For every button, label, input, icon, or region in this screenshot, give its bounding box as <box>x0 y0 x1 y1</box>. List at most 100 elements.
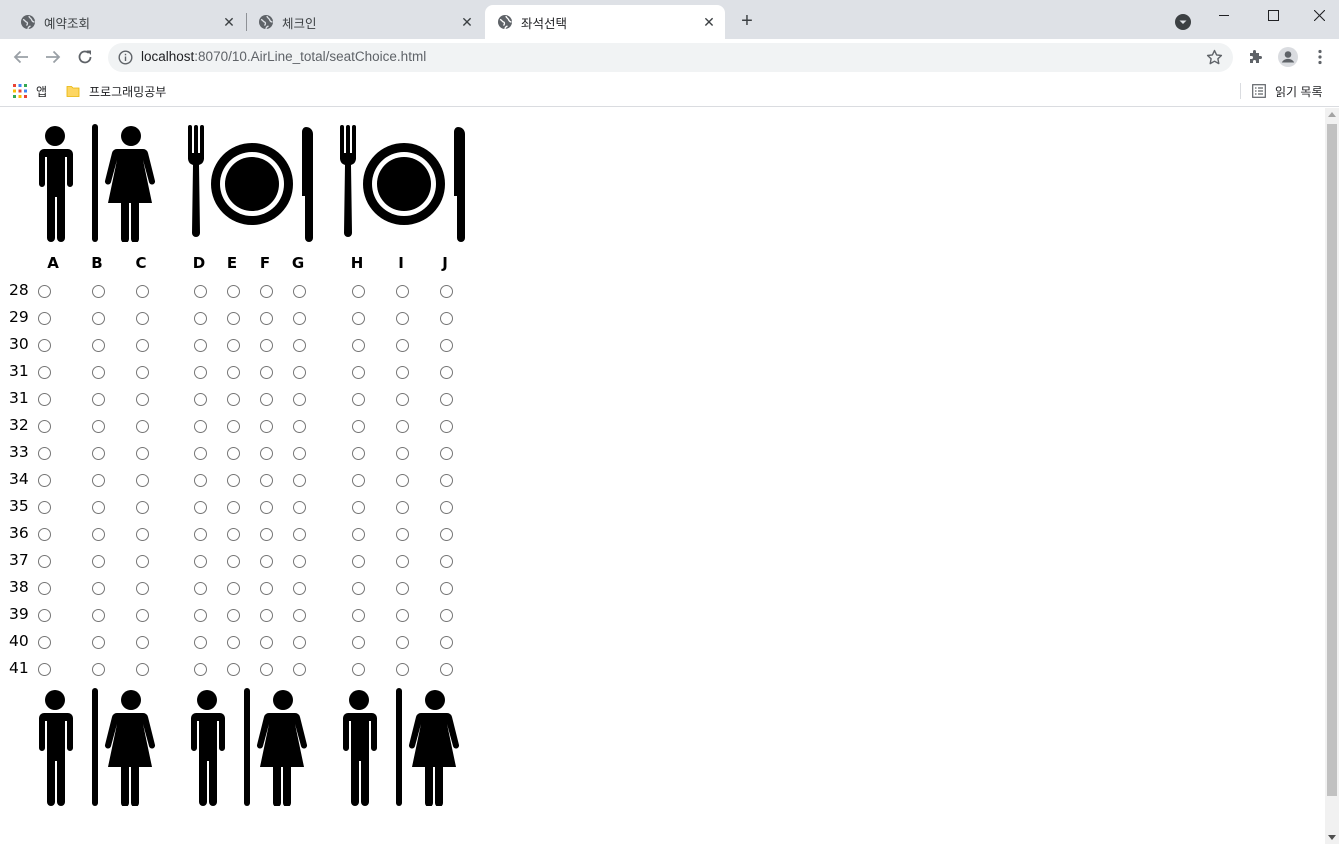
seat-radio-40h[interactable] <box>351 635 365 649</box>
seat-radio-32c[interactable] <box>135 419 149 433</box>
seat-radio-32a[interactable] <box>37 419 51 433</box>
seat-radio-31g[interactable] <box>292 392 306 406</box>
menu-button[interactable] <box>1310 47 1330 67</box>
seat-radio-35j[interactable] <box>439 500 453 514</box>
seat-radio-32j[interactable] <box>439 419 453 433</box>
seat-radio-36i[interactable] <box>395 527 409 541</box>
seat-radio-38f[interactable] <box>259 581 273 595</box>
seat-radio-31f[interactable] <box>259 392 273 406</box>
seat-radio-35f[interactable] <box>259 500 273 514</box>
seat-radio-34d[interactable] <box>193 473 207 487</box>
seat-radio-29g[interactable] <box>292 311 306 325</box>
seat-radio-39c[interactable] <box>135 608 149 622</box>
scroll-down-arrow[interactable] <box>1328 835 1336 840</box>
scrollbar-thumb[interactable] <box>1327 124 1337 796</box>
close-window-button[interactable] <box>1296 0 1339 30</box>
address-bar[interactable]: localhost:8070/10.AirLine_total/seatChoi… <box>108 43 1233 72</box>
seat-radio-35h[interactable] <box>351 500 365 514</box>
seat-radio-34h[interactable] <box>351 473 365 487</box>
bookmark-folder[interactable]: 프로그래밍공부 <box>66 81 166 101</box>
seat-radio-28f[interactable] <box>259 284 273 298</box>
seat-radio-31a[interactable] <box>37 365 51 379</box>
seat-radio-29e[interactable] <box>226 311 240 325</box>
seat-radio-41d[interactable] <box>193 662 207 676</box>
seat-radio-39g[interactable] <box>292 608 306 622</box>
seat-radio-36e[interactable] <box>226 527 240 541</box>
seat-radio-34g[interactable] <box>292 473 306 487</box>
seat-radio-37g[interactable] <box>292 554 306 568</box>
seat-radio-31i[interactable] <box>395 392 409 406</box>
vertical-scrollbar[interactable] <box>1325 108 1339 844</box>
seat-radio-36d[interactable] <box>193 527 207 541</box>
seat-radio-41h[interactable] <box>351 662 365 676</box>
seat-radio-40a[interactable] <box>37 635 51 649</box>
seat-radio-32b[interactable] <box>91 419 105 433</box>
info-icon[interactable] <box>118 50 133 65</box>
seat-radio-40f[interactable] <box>259 635 273 649</box>
seat-radio-28g[interactable] <box>292 284 306 298</box>
seat-radio-38e[interactable] <box>226 581 240 595</box>
seat-radio-41f[interactable] <box>259 662 273 676</box>
seat-radio-30f[interactable] <box>259 338 273 352</box>
seat-radio-37b[interactable] <box>91 554 105 568</box>
seat-radio-28i[interactable] <box>395 284 409 298</box>
seat-radio-28b[interactable] <box>91 284 105 298</box>
seat-radio-41e[interactable] <box>226 662 240 676</box>
seat-radio-41j[interactable] <box>439 662 453 676</box>
seat-radio-33c[interactable] <box>135 446 149 460</box>
seat-radio-33f[interactable] <box>259 446 273 460</box>
seat-radio-34i[interactable] <box>395 473 409 487</box>
seat-radio-33i[interactable] <box>395 446 409 460</box>
seat-radio-34b[interactable] <box>91 473 105 487</box>
seat-radio-31f[interactable] <box>259 365 273 379</box>
seat-radio-28j[interactable] <box>439 284 453 298</box>
seat-radio-28h[interactable] <box>351 284 365 298</box>
scroll-up-arrow[interactable] <box>1328 112 1336 117</box>
reading-list-button[interactable]: 읽기 목록 <box>1252 81 1323 101</box>
seat-radio-31d[interactable] <box>193 392 207 406</box>
seat-radio-40e[interactable] <box>226 635 240 649</box>
seat-radio-38j[interactable] <box>439 581 453 595</box>
seat-radio-37a[interactable] <box>37 554 51 568</box>
seat-radio-30g[interactable] <box>292 338 306 352</box>
seat-radio-31b[interactable] <box>91 365 105 379</box>
seat-radio-39i[interactable] <box>395 608 409 622</box>
seat-radio-36h[interactable] <box>351 527 365 541</box>
seat-radio-34f[interactable] <box>259 473 273 487</box>
seat-radio-37c[interactable] <box>135 554 149 568</box>
url-text[interactable]: localhost:8070/10.AirLine_total/seatChoi… <box>141 49 426 64</box>
profile-button[interactable] <box>1278 47 1298 67</box>
seat-radio-40d[interactable] <box>193 635 207 649</box>
seat-radio-36b[interactable] <box>91 527 105 541</box>
seat-radio-40i[interactable] <box>395 635 409 649</box>
seat-radio-34a[interactable] <box>37 473 51 487</box>
seat-radio-34e[interactable] <box>226 473 240 487</box>
seat-radio-31j[interactable] <box>439 365 453 379</box>
seat-radio-31g[interactable] <box>292 365 306 379</box>
seat-radio-39b[interactable] <box>91 608 105 622</box>
seat-radio-41g[interactable] <box>292 662 306 676</box>
seat-radio-29c[interactable] <box>135 311 149 325</box>
seat-radio-30j[interactable] <box>439 338 453 352</box>
extensions-button[interactable] <box>1246 47 1266 67</box>
seat-radio-31e[interactable] <box>226 365 240 379</box>
seat-radio-30i[interactable] <box>395 338 409 352</box>
seat-radio-31h[interactable] <box>351 392 365 406</box>
seat-radio-33d[interactable] <box>193 446 207 460</box>
seat-radio-29f[interactable] <box>259 311 273 325</box>
seat-radio-32e[interactable] <box>226 419 240 433</box>
close-icon[interactable]: ✕ <box>457 12 477 32</box>
seat-radio-35a[interactable] <box>37 500 51 514</box>
seat-radio-29i[interactable] <box>395 311 409 325</box>
seat-radio-38c[interactable] <box>135 581 149 595</box>
seat-radio-35e[interactable] <box>226 500 240 514</box>
seat-radio-30d[interactable] <box>193 338 207 352</box>
seat-radio-34c[interactable] <box>135 473 149 487</box>
seat-radio-28d[interactable] <box>193 284 207 298</box>
seat-radio-36a[interactable] <box>37 527 51 541</box>
seat-radio-41a[interactable] <box>37 662 51 676</box>
seat-radio-29h[interactable] <box>351 311 365 325</box>
seat-radio-31b[interactable] <box>91 392 105 406</box>
maximize-button[interactable] <box>1250 0 1296 30</box>
seat-radio-36j[interactable] <box>439 527 453 541</box>
